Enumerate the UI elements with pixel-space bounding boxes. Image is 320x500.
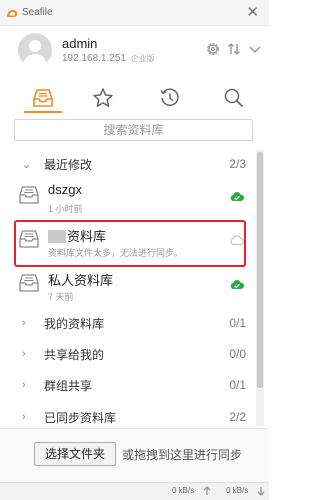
- history-clock-icon: [160, 88, 179, 106]
- account-name: admin: [62, 36, 98, 51]
- gear-icon[interactable]: [205, 41, 221, 57]
- seafile-logo-icon: [7, 9, 17, 17]
- library-list[interactable]: ⌄ 最近修改 2/3 dszgx 1 小时前 资料库 资料库文件太多，无法进行同…: [6, 149, 262, 428]
- account-actions: [205, 41, 263, 57]
- cloud-synced-icon: [230, 192, 244, 201]
- edition-label: 企业版: [130, 54, 155, 63]
- tab-bar: [0, 82, 269, 114]
- tab-libraries[interactable]: [31, 86, 55, 110]
- repo-time: 1 小时前: [48, 204, 83, 214]
- avatar[interactable]: [18, 33, 52, 67]
- upload-arrow-icon: [203, 486, 211, 495]
- section-label: 共享给我的: [44, 347, 105, 362]
- repo-name: dszgx: [48, 182, 82, 197]
- chevron-down-icon[interactable]: [247, 41, 263, 57]
- active-tab-indicator: [24, 111, 62, 113]
- search-input[interactable]: 搜索资料库: [14, 119, 253, 141]
- cloud-synced-icon: [230, 280, 244, 289]
- section-count: 2/2: [229, 410, 246, 424]
- section-count: 0/0: [229, 347, 246, 361]
- close-icon[interactable]: ✕: [246, 4, 259, 22]
- repo-name: 私人资料库: [48, 273, 114, 288]
- inbox-icon: [33, 89, 53, 107]
- section-shared[interactable]: › 共享给我的 0/0: [6, 342, 256, 366]
- chevron-down-icon: ⌄: [22, 158, 32, 171]
- chevron-right-icon: ›: [22, 348, 26, 360]
- account-header: admin 192.168.1.251 企业版: [0, 26, 269, 76]
- star-icon: [93, 88, 113, 107]
- server-address: 192.168.1.251: [62, 53, 126, 64]
- download-rate: 0 kB/s: [226, 486, 249, 495]
- tab-activities[interactable]: [158, 86, 182, 110]
- section-label: 我的资料库: [44, 316, 105, 331]
- download-arrow-icon: [257, 487, 265, 496]
- vertical-scrollbar[interactable]: [256, 150, 264, 426]
- chevron-right-icon: ›: [22, 317, 26, 329]
- select-folder-button[interactable]: 选择文件夹: [34, 442, 116, 466]
- sync-drop-area[interactable]: 选择文件夹 或拖拽到这里进行同步: [0, 428, 269, 482]
- chevron-right-icon: ›: [22, 411, 26, 423]
- library-icon: [19, 186, 39, 204]
- search-icon: [224, 88, 244, 108]
- section-label: 群组共享: [44, 378, 93, 393]
- account-server: 192.168.1.251 企业版: [62, 53, 155, 64]
- repo-item[interactable]: 私人资料库 7 天前: [6, 266, 256, 308]
- repo-item[interactable]: dszgx 1 小时前: [6, 178, 256, 220]
- transfer-arrows-icon[interactable]: [226, 41, 242, 57]
- chevron-right-icon: ›: [22, 379, 26, 391]
- window-title: Seafile: [22, 7, 53, 18]
- section-count: 0/1: [229, 316, 246, 330]
- upload-rate: 0 kB/s: [172, 486, 195, 495]
- drag-hint: 或拖拽到这里进行同步: [122, 448, 243, 462]
- scrollbar-thumb[interactable]: [257, 152, 263, 388]
- section-synced[interactable]: › 已同步资料库 2/2: [6, 405, 256, 428]
- section-group[interactable]: › 群组共享 0/1: [6, 373, 256, 397]
- section-count: 2/3: [229, 157, 246, 171]
- tab-search[interactable]: [222, 86, 246, 110]
- section-mine[interactable]: › 我的资料库 0/1: [6, 311, 256, 335]
- highlight-box: [14, 220, 246, 267]
- tab-starred[interactable]: [91, 86, 115, 110]
- section-label: 已同步资料库: [44, 410, 117, 425]
- section-count: 0/1: [229, 378, 246, 392]
- title-bar: Seafile ✕: [0, 0, 269, 26]
- repo-time: 7 天前: [48, 292, 74, 302]
- section-label: 最近修改: [44, 157, 93, 172]
- section-recent[interactable]: ⌄ 最近修改 2/3: [6, 152, 256, 176]
- status-bar: 0 kB/s 0 kB/s: [0, 482, 269, 500]
- library-icon: [19, 274, 39, 292]
